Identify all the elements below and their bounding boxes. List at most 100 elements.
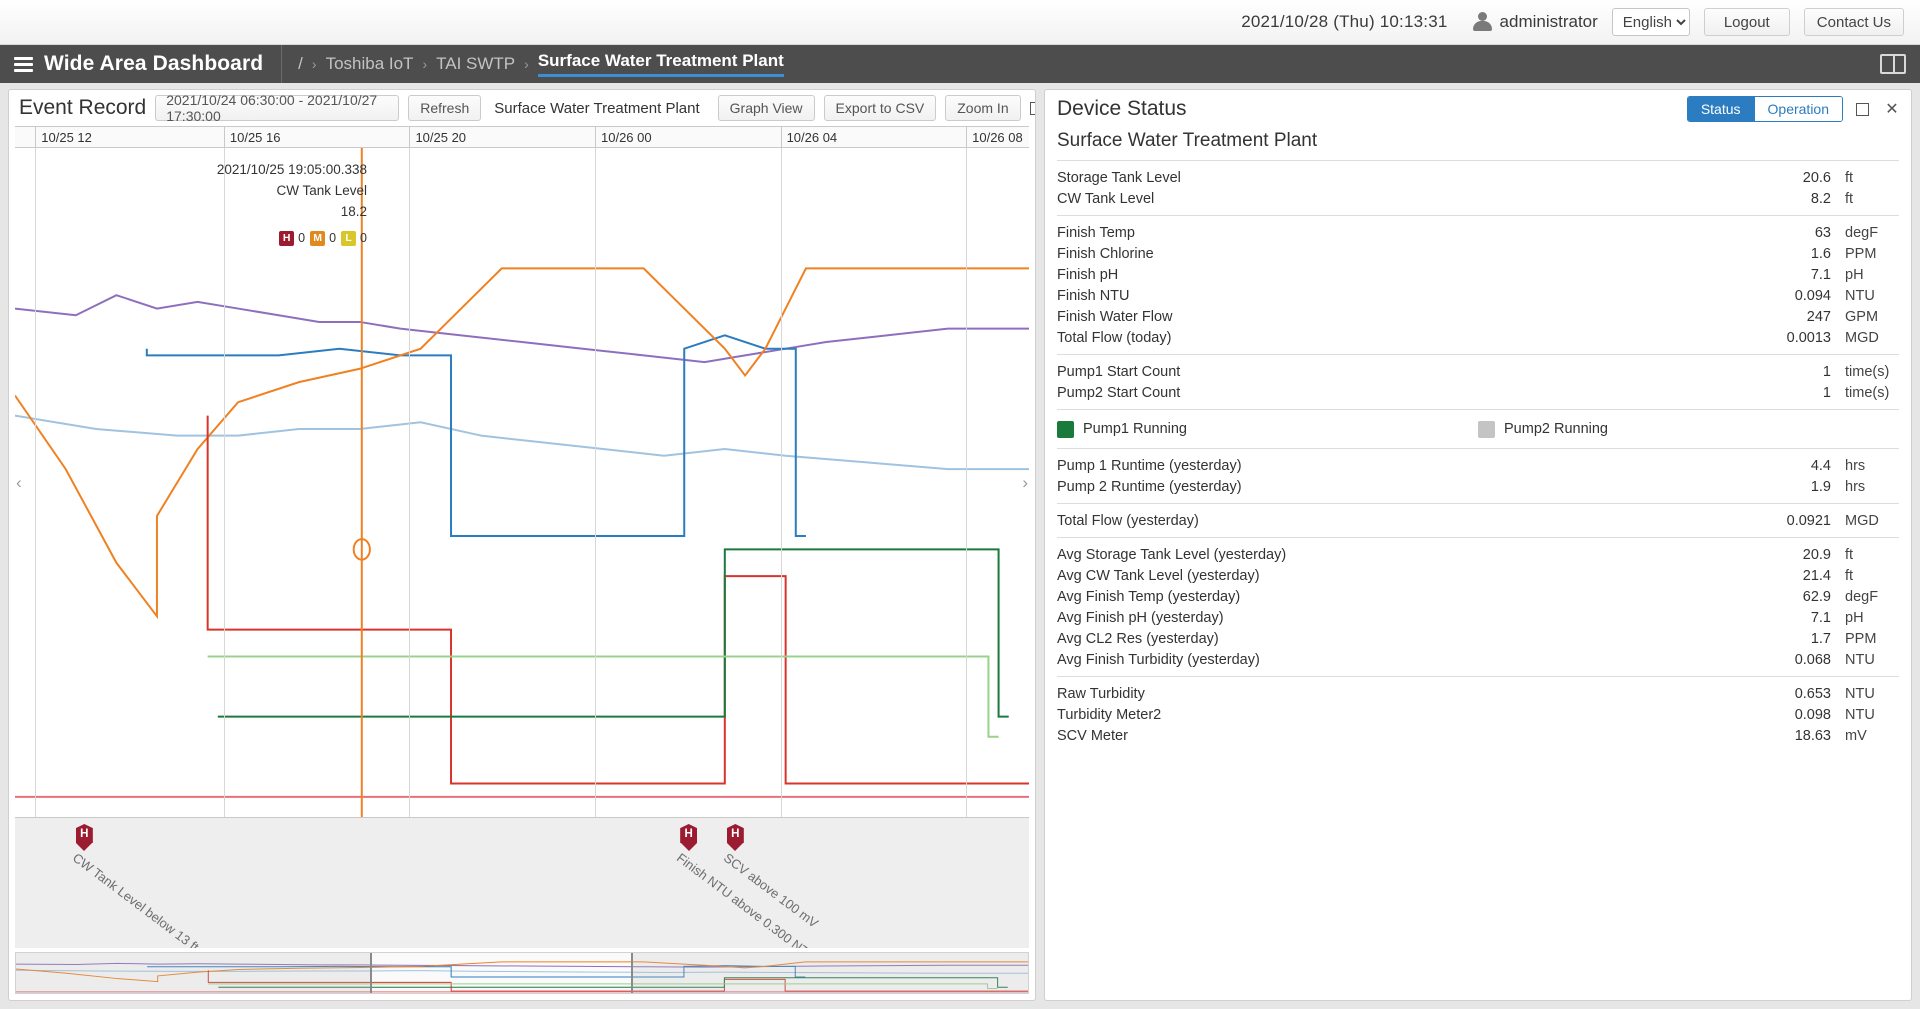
language-select[interactable]: English [1611,8,1690,36]
alarm-label: CW Tank Level below 13 ft [69,850,202,948]
export-to-csv-button[interactable]: Export to CSV [823,95,937,121]
chart-container: 10/25 12 10/25 16 10/25 20 10/26 00 10/26 04… [9,126,1035,1000]
status-row: Total Flow (yesterday) 0.0921 MGD [1057,510,1899,531]
status-unit: NTU [1845,287,1875,304]
chart-plot-area[interactable]: 2021/10/25 19:05:00.338 CW Tank Level 18… [15,148,1029,818]
status-row: Avg Finish Turbidity (yesterday) 0.068 NTU [1057,649,1899,670]
status-unit: NTU [1845,706,1875,723]
status-value: 1 [1822,363,1831,380]
navigator-shade-left [16,953,371,993]
status-indicator-row: Pump1 Running Pump2 Running [1057,416,1899,442]
status-indicator: Pump2 Running [1478,420,1899,438]
status-unit: mV [1845,727,1867,744]
maximize-icon[interactable] [1851,98,1873,120]
status-row: Avg Storage Tank Level (yesterday) 20.9 ft [1057,544,1899,565]
tab-operation[interactable]: Operation [1753,97,1842,121]
breadcrumb-item-active[interactable]: Surface Water Treatment Plant [537,51,784,77]
status-unit: ft [1845,546,1854,563]
navigator-window-handle[interactable] [370,953,634,993]
panel-title: Event Record [19,96,147,119]
brand-title: Wide Area Dashboard [44,52,264,75]
status-row: Storage Tank Level 20.6 ft [1057,167,1899,188]
status-unit: degF [1845,588,1879,605]
x-axis-tick: 10/26 00 [595,127,652,147]
status-row: Finish Chlorine 1.6 PPM [1057,243,1899,264]
status-value: 0.094 [1794,287,1831,304]
status-group: Raw Turbidity 0.653 NTU Turbidity Meter2 0.0… [1057,676,1899,752]
alarm-marker[interactable]: H [75,824,93,851]
chevron-right-icon: › [422,56,428,72]
tab-status[interactable]: Status [1687,97,1754,121]
layout-panel-icon[interactable] [1880,54,1906,74]
breadcrumb-item-tai-swtp[interactable]: TAI SWTP [436,54,515,74]
status-value: 0.0921 [1786,512,1831,529]
status-row: Total Flow (today) 0.0013 MGD [1057,327,1899,348]
chart-gridline [35,148,37,817]
brand-area[interactable]: Wide Area Dashboard [0,45,283,83]
status-row: Turbidity Meter2 0.098 NTU [1057,704,1899,725]
status-value: 247 [1806,308,1831,325]
logout-button[interactable]: Logout [1703,8,1790,36]
chart-navigator[interactable] [15,952,1029,994]
chart-gridline [595,148,596,817]
status-value: 21.4 [1802,567,1831,584]
status-group: Pump1 Start Count 1 time(s) Pump2 Start Cou… [1057,354,1899,409]
status-value: 0.653 [1794,685,1831,702]
status-label: SCV Meter [1057,727,1128,744]
status-value: 20.9 [1802,546,1831,563]
chart-series-line [208,656,999,736]
status-group: Finish Temp 63 degF Finish Chlorine 1.6 PPM Fi… [1057,215,1899,354]
chart-series-line [15,416,1029,470]
status-label: Finish Water Flow [1057,308,1173,325]
status-unit: degF [1845,224,1879,241]
status-row: Pump1 Start Count 1 time(s) [1057,361,1899,382]
status-unit: pH [1845,266,1864,283]
alarm-marker[interactable]: H [680,824,698,851]
indicator-led-icon [1478,420,1495,438]
status-operation-toggle[interactable]: Status Operation [1686,96,1843,122]
breadcrumb-root[interactable]: / [298,54,303,74]
chart-series-line [208,416,1029,784]
status-unit: time(s) [1845,384,1890,401]
date-range-field[interactable]: 2021/10/24 06:30:00 - 2021/10/27 17:30:0… [155,92,400,124]
status-unit: GPM [1845,308,1879,325]
event-record-subject: Surface Water Treatment Plant [494,99,700,117]
maximize-icon[interactable] [1029,97,1035,119]
status-value: 7.1 [1810,609,1831,626]
status-label: Avg CW Tank Level (yesterday) [1057,567,1260,584]
graph-view-button[interactable]: Graph View [717,95,815,121]
device-status-panel: Device Status Status Operation ✕ Surface… [1044,89,1912,1001]
close-icon[interactable]: ✕ [1881,98,1903,120]
status-value: 4.4 [1810,457,1831,474]
status-row: Pump 1 Runtime (yesterday) 4.4 hrs [1057,455,1899,476]
status-row: Avg Finish pH (yesterday) 7.1 pH [1057,607,1899,628]
alarm-marker[interactable]: H [726,824,744,851]
refresh-button[interactable]: Refresh [408,95,482,121]
menu-icon[interactable] [14,56,33,72]
chart-gridline [223,148,225,817]
status-row: Avg CL2 Res (yesterday) 1.7 PPM [1057,628,1899,649]
navigator-shade-right [633,953,1028,993]
chart-x-axis: 10/25 12 10/25 16 10/25 20 10/26 00 10/26 04… [15,126,1029,148]
status-value: 63 [1814,224,1831,241]
chart-svg [15,148,1029,817]
status-group: Avg Storage Tank Level (yesterday) 20.9 ft… [1057,537,1899,676]
status-value: 1 [1822,384,1831,401]
status-unit: MGD [1845,512,1879,529]
chart-gridline [409,148,411,817]
contact-us-button[interactable]: Contact Us [1803,8,1904,36]
status-label: Avg Finish Turbidity (yesterday) [1057,651,1260,668]
status-label: Total Flow (today) [1057,329,1172,346]
status-row: Finish Temp 63 degF [1057,222,1899,243]
device-status-title: Device Status [1057,97,1187,120]
status-label: Storage Tank Level [1057,169,1181,186]
status-label: Turbidity Meter2 [1057,706,1162,723]
scroll-right-icon[interactable]: › [1022,473,1028,493]
status-label: Finish Chlorine [1057,245,1154,262]
status-value: 8.2 [1810,190,1831,207]
alarm-annotation-strip: H CW Tank Level below 13 ft H Finish NTU ab… [15,818,1029,948]
scroll-left-icon[interactable]: ‹ [16,473,22,493]
breadcrumb-item-toshiba-iot[interactable]: Toshiba IoT [326,54,414,74]
status-row: Pump2 Start Count 1 time(s) [1057,382,1899,403]
zoom-in-button[interactable]: Zoom In [945,95,1021,121]
